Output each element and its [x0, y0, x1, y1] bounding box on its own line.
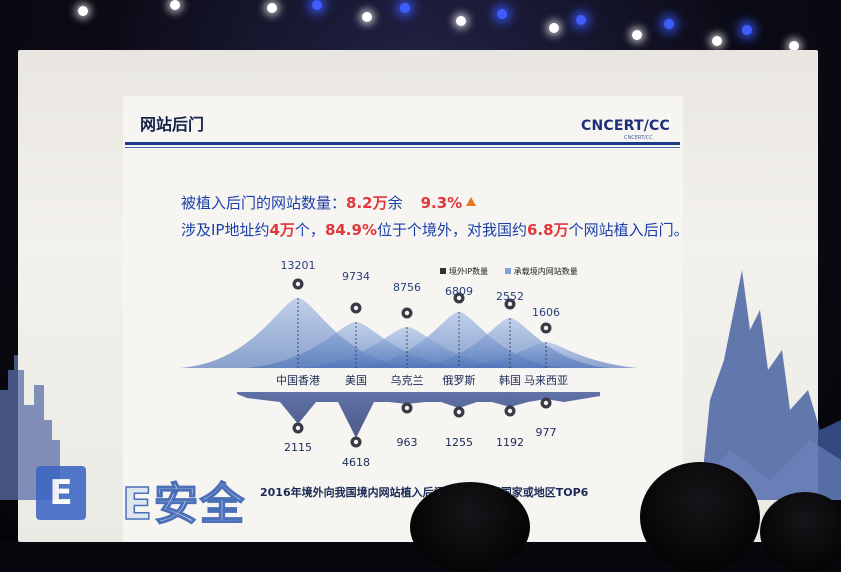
site-count-label: 2552 [496, 290, 524, 303]
watermark-text: E安全 [121, 478, 247, 531]
category-label: 乌克兰 [391, 373, 424, 387]
mountain-chart: 13201 中国香港 2115 9734 美国 4618 8756 乌克兰 963 6809 俄罗斯… [180, 259, 638, 469]
location-pin-icon [404, 310, 410, 316]
category-label: 美国 [345, 374, 367, 387]
location-pin-icon [543, 325, 549, 331]
site-count-label: 8756 [393, 281, 421, 294]
location-pin-icon [353, 439, 359, 445]
location-pin-icon [295, 425, 301, 431]
ip-count-label: 977 [536, 426, 557, 439]
site-count-label: 13201 [281, 259, 316, 272]
audience-head [640, 462, 760, 572]
ip-count-label: 2115 [284, 441, 312, 454]
audience-head [410, 482, 530, 572]
ip-count-label: 1255 [445, 436, 473, 449]
location-pin-icon [404, 405, 410, 411]
site-count-label: 1606 [532, 306, 560, 319]
watermark: E E安全 [30, 466, 310, 531]
audience-head [760, 492, 841, 572]
category-label: 俄罗斯 [443, 374, 476, 387]
site-count-label: 9734 [342, 270, 370, 283]
location-pin-icon [456, 409, 462, 415]
category-label: 韩国 [499, 373, 521, 387]
location-pin-icon [543, 400, 549, 406]
location-pin-icon [295, 281, 301, 287]
site-count-label: 6809 [445, 285, 473, 298]
category-label: 中国香港 [276, 374, 320, 387]
watermark-badge: E [36, 466, 86, 520]
category-label: 马来西亚 [524, 374, 568, 387]
ip-count-label: 963 [397, 436, 418, 449]
location-pin-icon [507, 408, 513, 414]
ip-count-label: 1192 [496, 436, 524, 449]
ip-count-label: 4618 [342, 456, 370, 469]
location-pin-icon [353, 305, 359, 311]
